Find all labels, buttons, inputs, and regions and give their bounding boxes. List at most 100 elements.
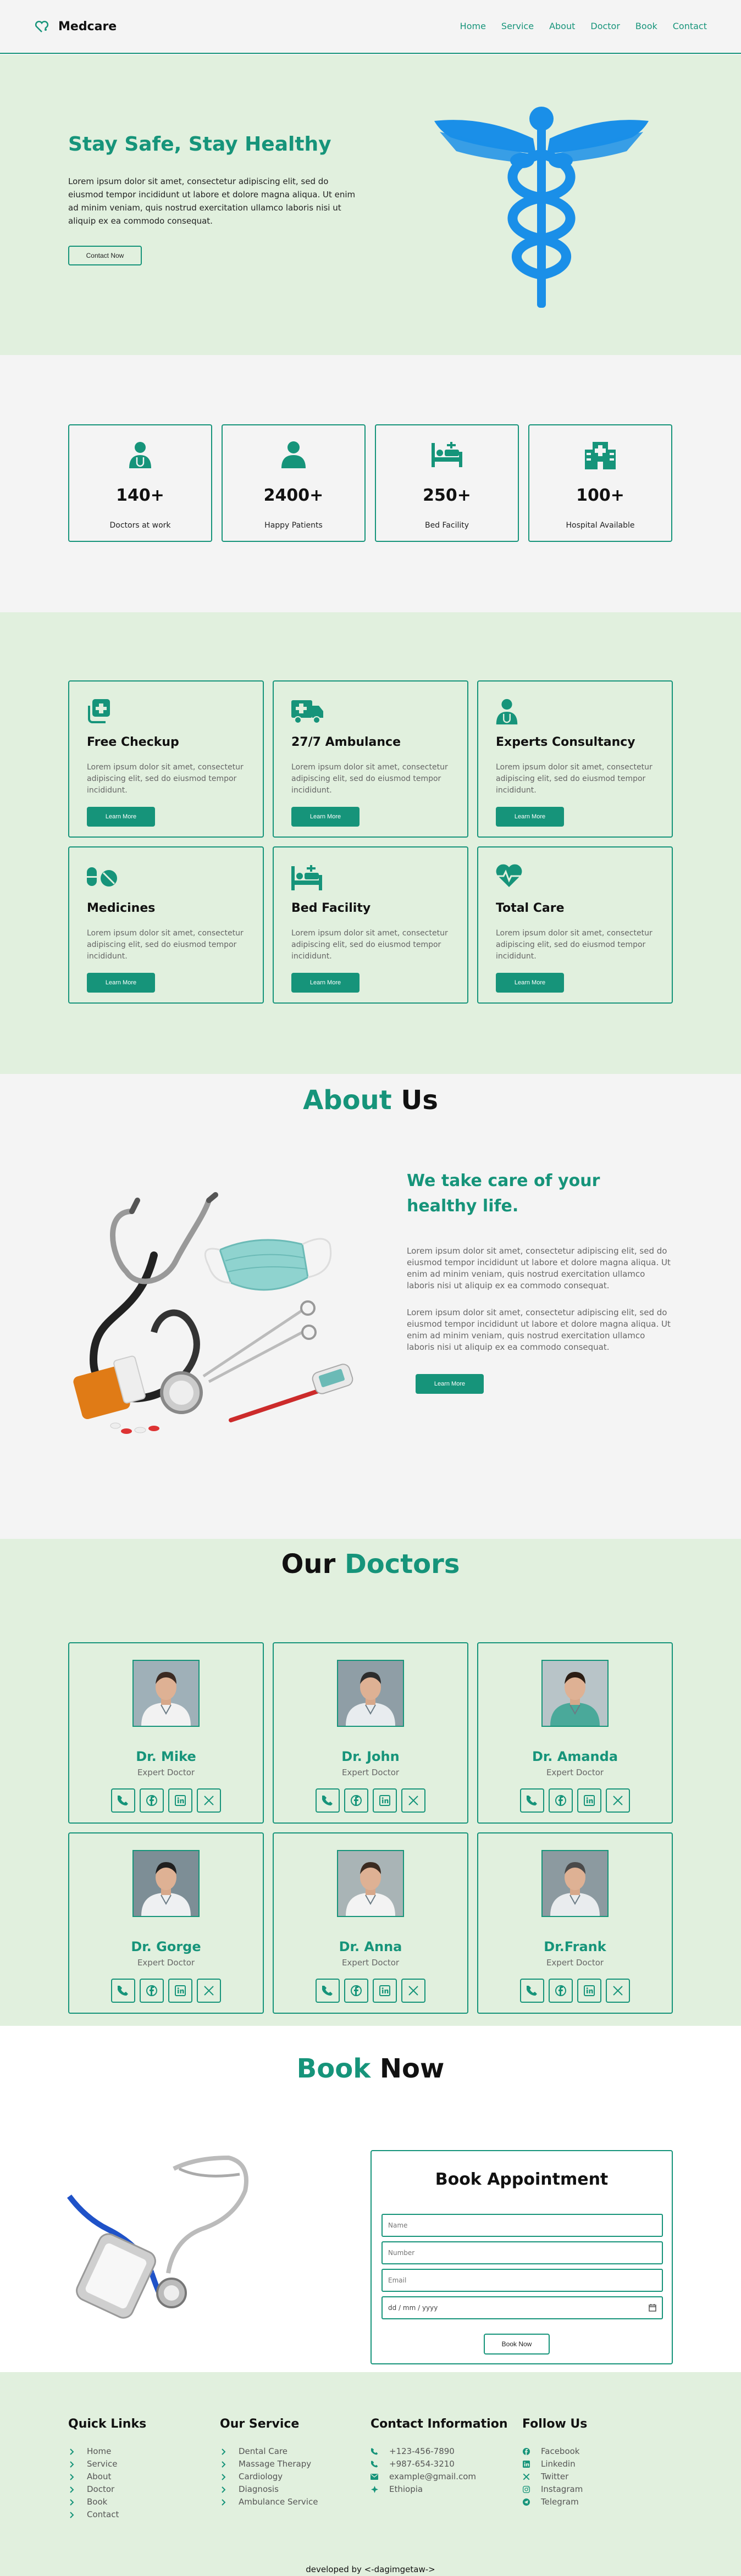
service-card-consultancy: Experts Consultancy Lorem ipsum dolor si… [477, 680, 673, 838]
footer-link-label: Linkedin [541, 2459, 576, 2469]
footer-link-label: Home [87, 2446, 112, 2456]
footer-link-label: Massage Therapy [239, 2459, 312, 2469]
footer-contact-item[interactable]: example@gmail.com [370, 2470, 508, 2483]
doctors-section: Our Doctors Dr. Mike Expert Doctor Dr. Joh… [0, 1539, 741, 2026]
book-now-button[interactable]: Book Now [484, 2334, 550, 2355]
doctor-name: Dr. Amanda [532, 1749, 618, 1764]
learn-more-button[interactable]: Learn More [87, 973, 155, 993]
doctor-photo [337, 1660, 404, 1727]
linkedin-icon[interactable] [577, 1979, 601, 2003]
facebook-icon[interactable] [344, 1979, 368, 2003]
footer-link-label: Twitter [541, 2472, 569, 2481]
footer-social-twitter[interactable]: Twitter [522, 2470, 587, 2483]
nav-service[interactable]: Service [501, 21, 534, 31]
footer-social-instagram[interactable]: Instagram [522, 2483, 587, 2496]
learn-more-button[interactable]: Learn More [291, 807, 360, 827]
footer-link-label: Doctor [87, 2484, 115, 2494]
x-icon[interactable] [401, 1788, 425, 1813]
doctor-socials [69, 1788, 263, 1813]
footer-quick-links: Quick Links Home Service About Doctor Book Co… [68, 2417, 146, 2521]
footer-social-telegram[interactable]: Telegram [522, 2496, 587, 2508]
about-section: About Us We take care of your healthy li… [0, 1074, 741, 1539]
x-icon[interactable] [606, 1788, 630, 1813]
nav-about[interactable]: About [549, 21, 575, 31]
site-footer: Quick Links Home Service About Doctor Book Co… [0, 2372, 741, 2576]
footer-social-linkedin[interactable]: Linkedin [522, 2458, 587, 2470]
facebook-icon[interactable] [549, 1788, 573, 1813]
nav-book[interactable]: Book [635, 21, 657, 31]
learn-more-button[interactable]: Learn More [496, 807, 564, 827]
facebook-icon[interactable] [549, 1979, 573, 2003]
hospital-icon [585, 442, 616, 469]
stat-card-doctors: 140+ Doctors at work [68, 424, 212, 542]
x-icon[interactable] [197, 1979, 221, 2003]
linkedin-icon[interactable] [373, 1979, 397, 2003]
nav-contact[interactable]: Contact [673, 21, 707, 31]
brand-logo[interactable]: Medcare [34, 20, 117, 34]
number-field[interactable] [381, 2241, 663, 2264]
footer-service-link[interactable]: Dental Care [220, 2445, 318, 2458]
facebook-icon[interactable] [140, 1788, 164, 1813]
linkedin-icon[interactable] [577, 1788, 601, 1813]
email-field[interactable] [381, 2269, 663, 2292]
doctor-name: Dr. Gorge [131, 1939, 201, 1954]
stat-card-beds: 250+ Bed Facility [375, 424, 519, 542]
chevron-right-icon [220, 2499, 228, 2506]
phone-icon[interactable] [111, 1788, 135, 1813]
footer-link-contact[interactable]: Contact [68, 2508, 146, 2521]
x-icon[interactable] [606, 1979, 630, 2003]
doctor-role: Expert Doctor [341, 1958, 400, 1968]
facebook-icon[interactable] [140, 1979, 164, 2003]
footer-link-home[interactable]: Home [68, 2445, 146, 2458]
facebook-icon[interactable] [344, 1788, 368, 1813]
nav-doctor[interactable]: Doctor [590, 21, 620, 31]
linkedin-icon[interactable] [168, 1979, 192, 2003]
service-title: Free Checkup [87, 735, 179, 749]
stat-number: 140+ [116, 486, 164, 505]
x-icon[interactable] [197, 1788, 221, 1813]
footer-link-doctor[interactable]: Doctor [68, 2483, 146, 2496]
learn-more-button[interactable]: Learn More [291, 973, 360, 993]
learn-more-button[interactable]: Learn More [496, 973, 564, 993]
doctor-role: Expert Doctor [546, 1958, 604, 1968]
learn-more-button[interactable]: Learn More [87, 807, 155, 827]
footer-service-link[interactable]: Diagnosis [220, 2483, 318, 2496]
doctor-name: Dr. Anna [339, 1939, 402, 1954]
nav-home[interactable]: Home [460, 21, 486, 31]
checkup-icon [88, 699, 110, 723]
linkedin-icon[interactable] [373, 1788, 397, 1813]
footer-contact-item[interactable]: +987-654-3210 [370, 2458, 508, 2470]
phone-icon[interactable] [316, 1979, 340, 2003]
footer-contact-item[interactable]: Ethiopia [370, 2483, 508, 2496]
chevron-right-icon [68, 2473, 76, 2480]
heart-pulse-icon [496, 864, 522, 887]
footer-service-link[interactable]: Cardiology [220, 2470, 318, 2483]
doctor-role: Expert Doctor [137, 1768, 195, 1777]
footer-heading: Our Service [220, 2417, 300, 2431]
phone-icon[interactable] [316, 1788, 340, 1813]
x-icon[interactable] [401, 1979, 425, 2003]
service-title: Experts Consultancy [496, 735, 635, 749]
about-learn-more-button[interactable]: Learn More [416, 1374, 484, 1394]
footer-contact-item[interactable]: +123-456-7890 [370, 2445, 508, 2458]
footer-link-service[interactable]: Service [68, 2458, 146, 2470]
heading-accent: About [303, 1085, 392, 1116]
bed-icon [291, 865, 322, 890]
name-field[interactable] [381, 2214, 663, 2237]
date-field[interactable]: dd / mm / yyyy [381, 2296, 663, 2319]
footer-service-link[interactable]: Ambulance Service [220, 2496, 318, 2508]
doctor-role: Expert Doctor [341, 1768, 400, 1777]
doctor-photo [541, 1660, 609, 1727]
chevron-right-icon [220, 2461, 228, 2468]
phone-icon[interactable] [111, 1979, 135, 2003]
footer-service-link[interactable]: Massage Therapy [220, 2458, 318, 2470]
chevron-right-icon [220, 2486, 228, 2493]
footer-link-about[interactable]: About [68, 2470, 146, 2483]
footer-social-facebook[interactable]: Facebook [522, 2445, 587, 2458]
linkedin-icon[interactable] [168, 1788, 192, 1813]
phone-icon[interactable] [520, 1979, 544, 2003]
phone-icon[interactable] [520, 1788, 544, 1813]
service-title: Medicines [87, 901, 156, 915]
contact-now-button[interactable]: Contact Now [68, 246, 142, 265]
footer-link-book[interactable]: Book [68, 2496, 146, 2508]
